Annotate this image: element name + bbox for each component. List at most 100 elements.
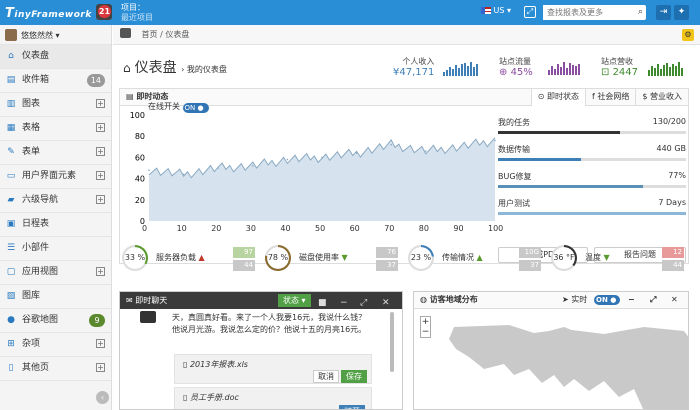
chart-icon: ▥	[6, 99, 16, 109]
sparkline-bar	[446, 70, 448, 76]
cancel-button[interactable]: 取消	[313, 370, 339, 383]
notification-count: 21	[98, 5, 111, 18]
stat-revenue: 站点营收 ⊡ 2447	[601, 57, 639, 78]
expand-icon[interactable]: ⤢	[650, 292, 656, 308]
sparkline-bar	[681, 68, 683, 76]
expand-icon[interactable]: +	[96, 147, 105, 156]
expand-icon[interactable]: ⤢	[360, 295, 367, 312]
expand-icon[interactable]: +	[96, 339, 105, 348]
chat-scrollbar[interactable]	[390, 312, 394, 372]
visitor-map[interactable]	[414, 309, 689, 410]
online-toggle[interactable]: ON ●	[182, 103, 209, 113]
expand-icon[interactable]: +	[96, 267, 105, 276]
collapse-sidebar-icon[interactable]: ‹	[96, 391, 109, 404]
data-point	[321, 156, 323, 159]
data-point	[494, 139, 496, 142]
expand-icon[interactable]: +	[96, 171, 105, 180]
sidebar-item-misc[interactable]: ⊞ 杂项 +	[0, 333, 111, 357]
sparkline-revenue	[648, 62, 684, 76]
close-icon[interactable]: ✕	[671, 292, 678, 308]
x-tick-label: 0	[142, 224, 148, 233]
language-select[interactable]: US ▾	[481, 6, 511, 15]
map-zoom-control[interactable]: + −	[420, 316, 431, 338]
stat-traffic: 站点流量 ⊕ 45%	[499, 57, 533, 78]
sparkline-bar	[554, 69, 556, 75]
sidebar-item-nav[interactable]: ▰ 六级导航 +	[0, 189, 111, 213]
logo[interactable]: TinyFramework	[5, 6, 92, 21]
sidebar-item-dashboard[interactable]: ⌂ 仪表盘	[0, 45, 111, 69]
home-icon: ⌂	[8, 51, 14, 61]
zoom-in-button[interactable]: +	[421, 317, 430, 327]
sparkline-bar	[575, 66, 577, 75]
sparkline-bar	[578, 64, 580, 75]
inbox-count: 14	[86, 74, 105, 87]
sidebar-item-ui[interactable]: ▭ 用户界面元素 +	[0, 165, 111, 189]
search-input[interactable]	[543, 5, 629, 20]
y-tick-label: 60	[135, 153, 145, 162]
refresh-icon[interactable]	[120, 28, 131, 38]
square-icon[interactable]: ■	[318, 295, 327, 312]
file-attachment: ▯ 2013年报表.xls 取消 保存	[174, 354, 372, 384]
x-tick-label: 40	[280, 224, 291, 233]
sparkline-bar	[675, 66, 677, 76]
notification-button[interactable]: 21	[96, 4, 112, 20]
expand-icon[interactable]: +	[96, 99, 105, 108]
map-toggle[interactable]: ON ●	[594, 295, 620, 305]
form-icon: ✎	[7, 147, 15, 157]
breadcrumb-home[interactable]: 首页	[142, 30, 158, 39]
data-point	[286, 158, 289, 161]
tab-revenue[interactable]: $ 营业收入	[635, 89, 688, 106]
breadcrumb: 首页 / 仪表盘 ⚙	[113, 25, 700, 45]
tab-social[interactable]: f 社会网络	[585, 89, 635, 106]
sidebar-item-tables[interactable]: ▦ 表格 +	[0, 117, 111, 141]
zoom-out-button[interactable]: −	[421, 327, 430, 337]
sparkline-bar	[476, 64, 478, 76]
gauge-transfer: 23 % 传输情况 ▲ 10G 37	[405, 242, 547, 274]
visitor-map-panel: ◍ 访客地域分布 ➤ 实时 ON ● − ⤢ ✕ + −	[413, 291, 689, 410]
open-button[interactable]: 打开	[339, 405, 365, 409]
data-point	[182, 173, 185, 176]
gauge-ring: 78 %	[265, 245, 291, 271]
logout-icon[interactable]: ⇥	[656, 5, 671, 20]
status-dropdown[interactable]: 状态 ▾	[278, 294, 311, 307]
y-tick-label: 80	[135, 132, 145, 141]
x-tick-label: 50	[315, 224, 326, 233]
sidebar-item-inbox[interactable]: ▤ 收件箱 14	[0, 69, 111, 93]
expand-icon[interactable]: +	[96, 123, 105, 132]
sidebar-item-maps[interactable]: ● 谷歌地图 9	[0, 309, 111, 333]
sidebar-item-forms[interactable]: ✎ 表单 +	[0, 141, 111, 165]
sidebar-item-other[interactable]: ▯ 其他页 +	[0, 357, 111, 381]
file-icon: ▯	[183, 393, 188, 402]
fullscreen-icon[interactable]: ⤢	[524, 6, 536, 18]
minimize-icon[interactable]: −	[340, 295, 348, 312]
project-switcher[interactable]: 项目： 最近项目	[121, 3, 153, 23]
sparkline-bar	[666, 63, 668, 76]
monitor-icon: ▭	[6, 171, 16, 181]
expand-icon[interactable]: +	[96, 363, 105, 372]
sparkline-bar	[566, 68, 568, 75]
data-point	[217, 167, 219, 169]
realtime-label: ➤ 实时	[562, 295, 588, 304]
sidebar-item-widgets[interactable]: ☰ 小部件	[0, 237, 111, 261]
folder-icon: ▰	[7, 195, 15, 205]
online-switch-label: 在线开关 ON ●	[148, 101, 209, 113]
search-icon[interactable]: ⌕	[638, 7, 643, 17]
sidebar-item-gallery[interactable]: ▨ 图库	[0, 285, 111, 309]
gear-icon[interactable]: ⚙	[682, 29, 694, 41]
close-icon[interactable]: ✕	[382, 295, 390, 312]
map-marker-icon: ●	[7, 315, 15, 325]
save-button[interactable]: 保存	[341, 370, 367, 383]
tab-realtime-status[interactable]: ⊙ 即时状态	[530, 89, 585, 106]
settings-icon[interactable]: ✦	[674, 5, 689, 20]
sidebar-item-charts[interactable]: ▥ 图表 +	[0, 93, 111, 117]
sidebar-item-calendar[interactable]: ▣ 日程表	[0, 213, 111, 237]
expand-icon[interactable]: +	[96, 195, 105, 204]
y-tick-label: 20	[135, 196, 145, 205]
user-menu[interactable]: 悠悠然然 ▾	[0, 25, 111, 45]
sidebar-item-apps[interactable]: ▢ 应用视图 +	[0, 261, 111, 285]
task-item: BUG修复 77%	[498, 171, 686, 198]
gauge-temperature: 36 °F 温度 ▼ 12 44	[548, 242, 689, 274]
search-box[interactable]: ⌕	[543, 5, 646, 20]
sparkline-bar	[461, 64, 463, 76]
minimize-icon[interactable]: −	[628, 292, 635, 308]
